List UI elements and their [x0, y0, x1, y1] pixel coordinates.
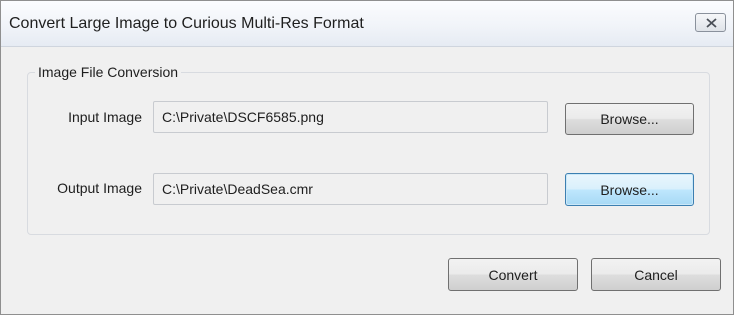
output-image-label: Output Image	[57, 180, 142, 196]
close-button[interactable]	[695, 13, 726, 32]
input-image-label: Input Image	[68, 109, 142, 125]
browse-output-button[interactable]: Browse...	[565, 173, 694, 206]
output-image-field[interactable]	[153, 173, 548, 205]
input-image-field[interactable]	[153, 101, 548, 133]
group-legend: Image File Conversion	[35, 64, 182, 80]
convert-dialog: Convert Large Image to Curious Multi-Res…	[0, 0, 734, 315]
close-x-icon	[706, 18, 717, 28]
browse-input-button[interactable]: Browse...	[565, 103, 694, 135]
convert-button[interactable]: Convert	[448, 258, 578, 291]
cancel-button[interactable]: Cancel	[591, 258, 721, 291]
window-title: Convert Large Image to Curious Multi-Res…	[9, 15, 364, 32]
image-file-conversion-group	[27, 72, 710, 235]
title-bar[interactable]: Convert Large Image to Curious Multi-Res…	[1, 1, 733, 47]
